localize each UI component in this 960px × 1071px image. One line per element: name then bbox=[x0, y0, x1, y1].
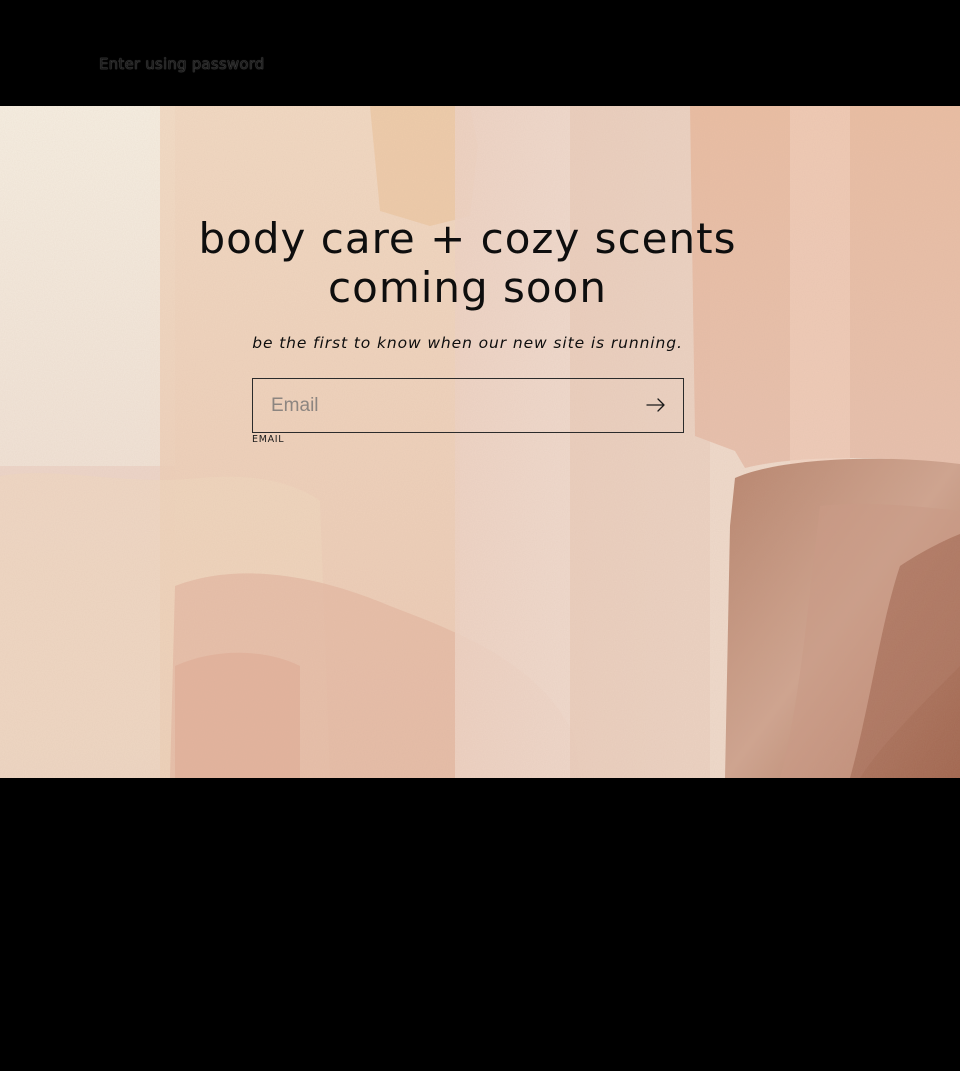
hero-banner: body care + cozy scents coming soon be th… bbox=[0, 106, 960, 778]
footer-area bbox=[0, 778, 960, 1071]
submit-button[interactable] bbox=[634, 384, 678, 426]
page-headline: body care + cozy scents coming soon bbox=[130, 214, 805, 312]
headline-line-2: coming soon bbox=[328, 263, 607, 312]
hero-content: body care + cozy scents coming soon be th… bbox=[0, 106, 960, 778]
enter-password-link[interactable]: Enter using password bbox=[99, 55, 265, 73]
subtext: be the first to know when our new site i… bbox=[252, 334, 683, 352]
email-input[interactable] bbox=[252, 378, 684, 433]
top-bar: Enter using password bbox=[0, 0, 960, 106]
newsletter-form bbox=[252, 378, 684, 433]
headline-line-1: body care + cozy scents bbox=[198, 214, 737, 263]
arrow-right-icon bbox=[646, 398, 665, 412]
email-field-label: EMAIL bbox=[252, 434, 285, 445]
